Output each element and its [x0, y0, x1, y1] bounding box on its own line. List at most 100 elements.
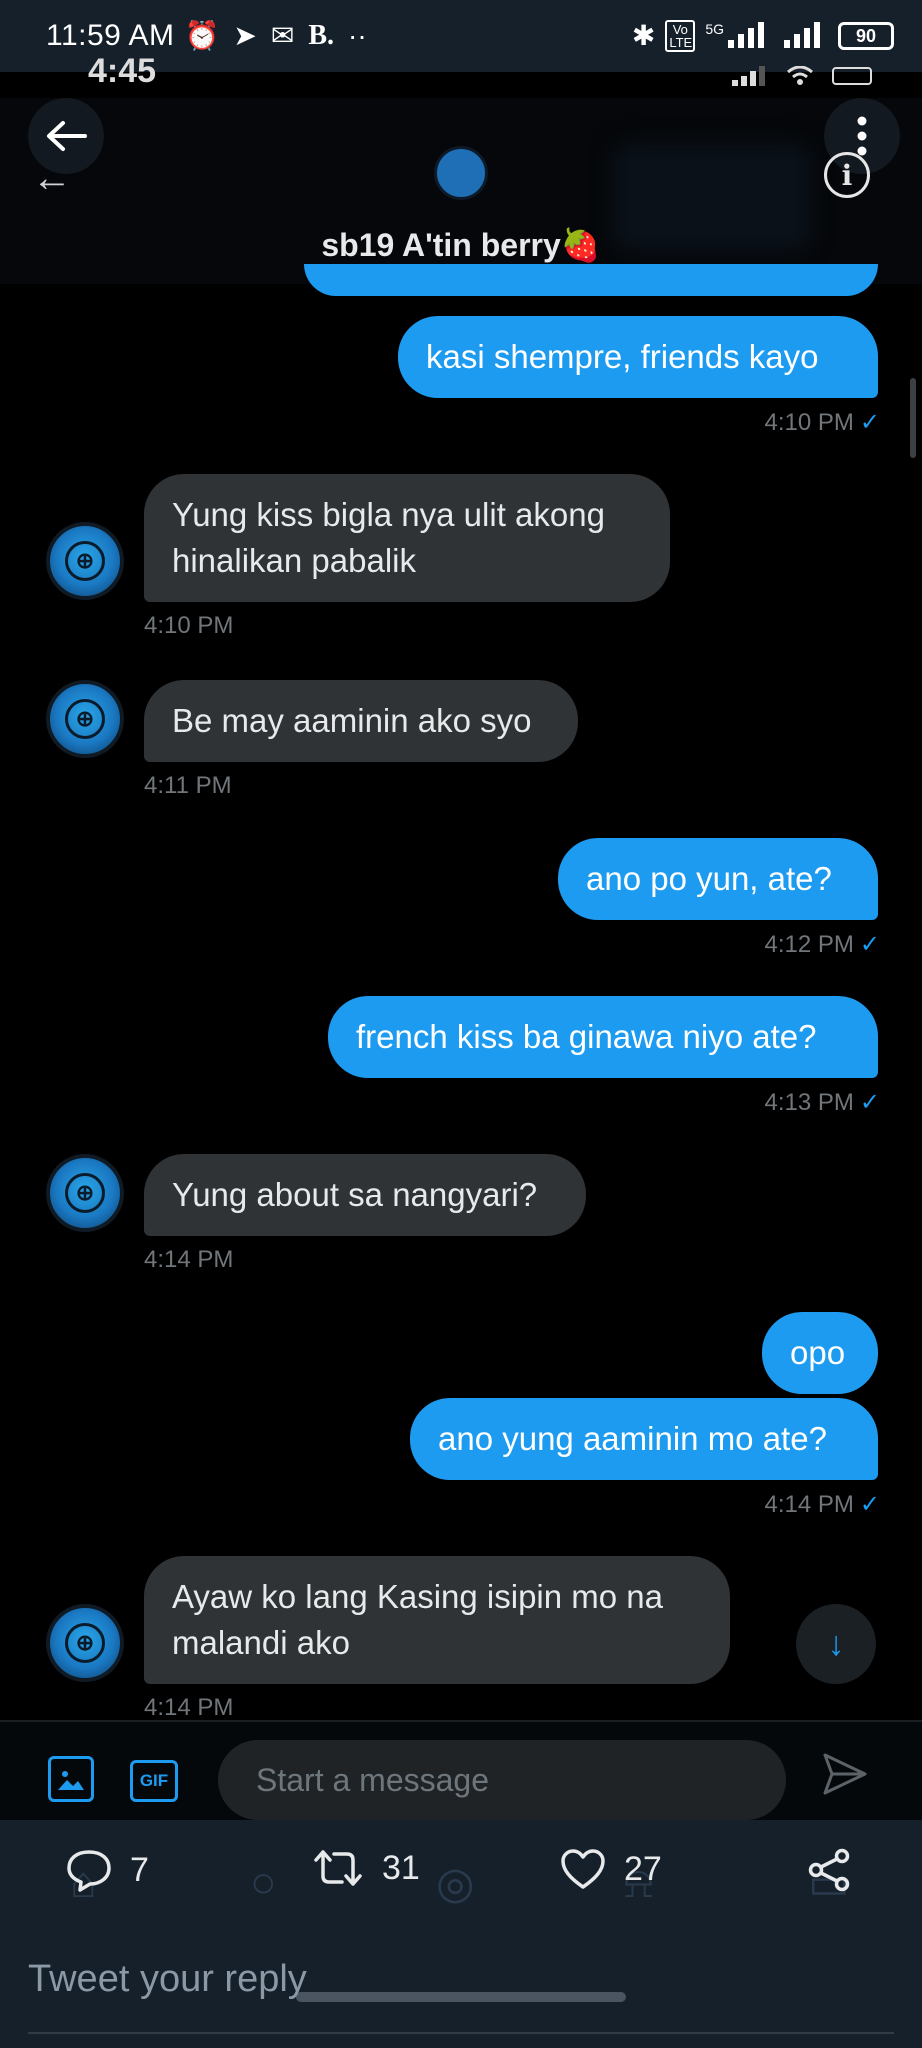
inner-wifi-icon — [787, 66, 813, 85]
avatar-logo-icon: ⊕ — [65, 699, 105, 739]
ghost-search-icon: ○ — [250, 1858, 277, 1907]
reply-input-underline — [28, 2032, 894, 2034]
message-time: 4:14 PM — [764, 1491, 854, 1518]
message-text: opo — [790, 1334, 846, 1371]
inner-signal-icon — [732, 66, 765, 86]
message-bubble-in[interactable]: Yung about sa nangyari? — [144, 1154, 586, 1236]
reply-action[interactable]: 7 — [66, 1848, 149, 1892]
signal-icon — [726, 20, 772, 53]
message-meta: 4:10 PM ✓ — [765, 408, 881, 437]
message-bubble-in[interactable]: Yung kiss bigla nya ulit akong hinalikan… — [144, 474, 670, 602]
share-action[interactable] — [806, 1848, 852, 1892]
read-check-icon: ✓ — [859, 1491, 880, 1518]
reply-count: 7 — [130, 1850, 149, 1889]
read-check-icon: ✓ — [859, 409, 880, 436]
share-icon — [808, 1848, 850, 1892]
heart-icon — [561, 1849, 605, 1889]
conversation-name: sb19 A'tin berry🍓 — [321, 227, 601, 263]
volte-icon: Vo LTE — [665, 20, 696, 52]
message-input[interactable]: Start a message — [218, 1740, 786, 1820]
scrollbar[interactable] — [910, 378, 916, 458]
tweet-reply-input[interactable]: Tweet your reply — [28, 1958, 307, 2001]
inner-status-bar: 4:45 — [0, 52, 922, 98]
message-input-placeholder: Start a message — [256, 1761, 489, 1798]
avatar-logo-icon: ⊕ — [65, 1173, 105, 1213]
message-meta: 4:10 PM — [144, 612, 233, 640]
message-text: kasi shempre, friends kayo — [426, 338, 819, 375]
message-text: Yung kiss bigla nya ulit akong — [172, 496, 605, 533]
scroll-to-bottom-button[interactable]: ↓ — [796, 1604, 876, 1684]
read-check-icon: ✓ — [859, 931, 880, 958]
ghost-spaces-icon: ◎ — [436, 1859, 475, 1908]
message-text-line2: malandi ako — [172, 1624, 350, 1661]
alarm-icon: ⏰ — [184, 20, 220, 51]
retweet-count: 31 — [382, 1848, 420, 1887]
message-bubble-out[interactable]: ano po yun, ate? — [558, 838, 878, 920]
message-meta: 4:14 PM — [144, 1246, 233, 1274]
home-indicator — [296, 1992, 626, 2002]
arrow-down-icon: ↓ — [827, 1624, 845, 1663]
gif-button[interactable]: GIF — [130, 1760, 178, 1802]
message-meta: 4:14 PM — [144, 1694, 233, 1722]
back-button[interactable] — [28, 98, 104, 174]
message-time: 4:10 PM — [144, 612, 234, 639]
message-time: 4:10 PM — [764, 409, 854, 436]
signal-icon-2 — [782, 20, 828, 53]
carrier-initial: B. — [308, 20, 335, 51]
status-notification-icons: ⏰ ➤ ✉ B. ·· — [185, 22, 367, 50]
message-time: 4:13 PM — [764, 1089, 854, 1116]
message-bubble-out-cut[interactable] — [304, 264, 878, 296]
inner-system-icons — [732, 66, 872, 86]
message-text-line2: hinalikan pabalik — [172, 542, 417, 579]
message-time: 4:14 PM — [144, 1694, 234, 1721]
reply-icon — [67, 1850, 111, 1892]
battery-indicator: 90 — [838, 22, 894, 50]
message-list: kasi shempre, friends kayo 4:10 PM ✓ ⊕ Yu… — [0, 264, 922, 1722]
message-text: ano po yun, ate? — [586, 860, 832, 897]
like-count: 27 — [624, 1849, 662, 1888]
message-meta: 4:14 PM ✓ — [765, 1490, 881, 1519]
more-vertical-icon — [857, 116, 867, 156]
tweet-reply-placeholder: Tweet your reply — [28, 1958, 307, 2000]
message-bubble-out[interactable]: french kiss ba ginawa niyo ate? — [328, 996, 878, 1078]
inner-time: 4:45 — [88, 52, 157, 90]
avatar[interactable]: ⊕ — [46, 1154, 124, 1232]
avatar[interactable]: ⊕ — [46, 1604, 124, 1682]
retweet-icon — [314, 1850, 362, 1886]
avatar-logo-icon: ⊕ — [65, 1623, 105, 1663]
info-icon[interactable]: i — [824, 152, 870, 198]
inner-battery-icon — [832, 67, 872, 85]
message-time: 4:14 PM — [144, 1246, 234, 1273]
retweet-action[interactable]: 31 — [312, 1848, 420, 1888]
read-check-icon: ✓ — [859, 1089, 880, 1116]
gif-label: GIF — [139, 1771, 169, 1790]
image-icon[interactable] — [48, 1756, 94, 1802]
send-icon[interactable] — [822, 1752, 868, 1807]
like-action[interactable]: 27 — [560, 1848, 662, 1890]
header-avatar[interactable] — [434, 146, 488, 200]
back-arrow-icon — [47, 121, 87, 151]
avatar[interactable]: ⊕ — [46, 680, 124, 758]
message-bubble-in[interactable]: Be may aaminin ako syo — [144, 680, 578, 762]
message-text: Ayaw ko lang Kasing isipin mo na — [172, 1578, 664, 1615]
message-text: Be may aaminin ako syo — [172, 702, 532, 739]
message-time: 4:11 PM — [144, 772, 232, 799]
mail-icon: ✉ — [270, 20, 295, 51]
message-text: ano yung aaminin mo ate? — [438, 1420, 827, 1457]
more-dots: ·· — [348, 20, 367, 51]
message-meta: 4:13 PM ✓ — [765, 1088, 881, 1117]
status-time: 11:59 AM — [46, 19, 175, 52]
message-bubble-in[interactable]: Ayaw ko lang Kasing isipin mo na malandi… — [144, 1556, 730, 1684]
message-text: Yung about sa nangyari? — [172, 1176, 538, 1213]
screen: 11:59 AM ⏰ ➤ ✉ B. ·· ✱ Vo LTE 5G 90 4:45 — [0, 0, 922, 2048]
message-meta: 4:11 PM — [144, 772, 232, 800]
avatar[interactable]: ⊕ — [46, 522, 124, 600]
network-label: 5G — [705, 21, 724, 37]
message-text: french kiss ba ginawa niyo ate? — [356, 1018, 817, 1055]
message-bubble-out[interactable]: opo — [762, 1312, 878, 1394]
bluetooth-icon: ✱ — [631, 20, 656, 51]
message-meta: 4:12 PM ✓ — [765, 930, 881, 959]
message-time: 4:12 PM — [764, 931, 854, 958]
message-bubble-out[interactable]: kasi shempre, friends kayo — [398, 316, 878, 398]
message-bubble-out[interactable]: ano yung aaminin mo ate? — [410, 1398, 878, 1480]
